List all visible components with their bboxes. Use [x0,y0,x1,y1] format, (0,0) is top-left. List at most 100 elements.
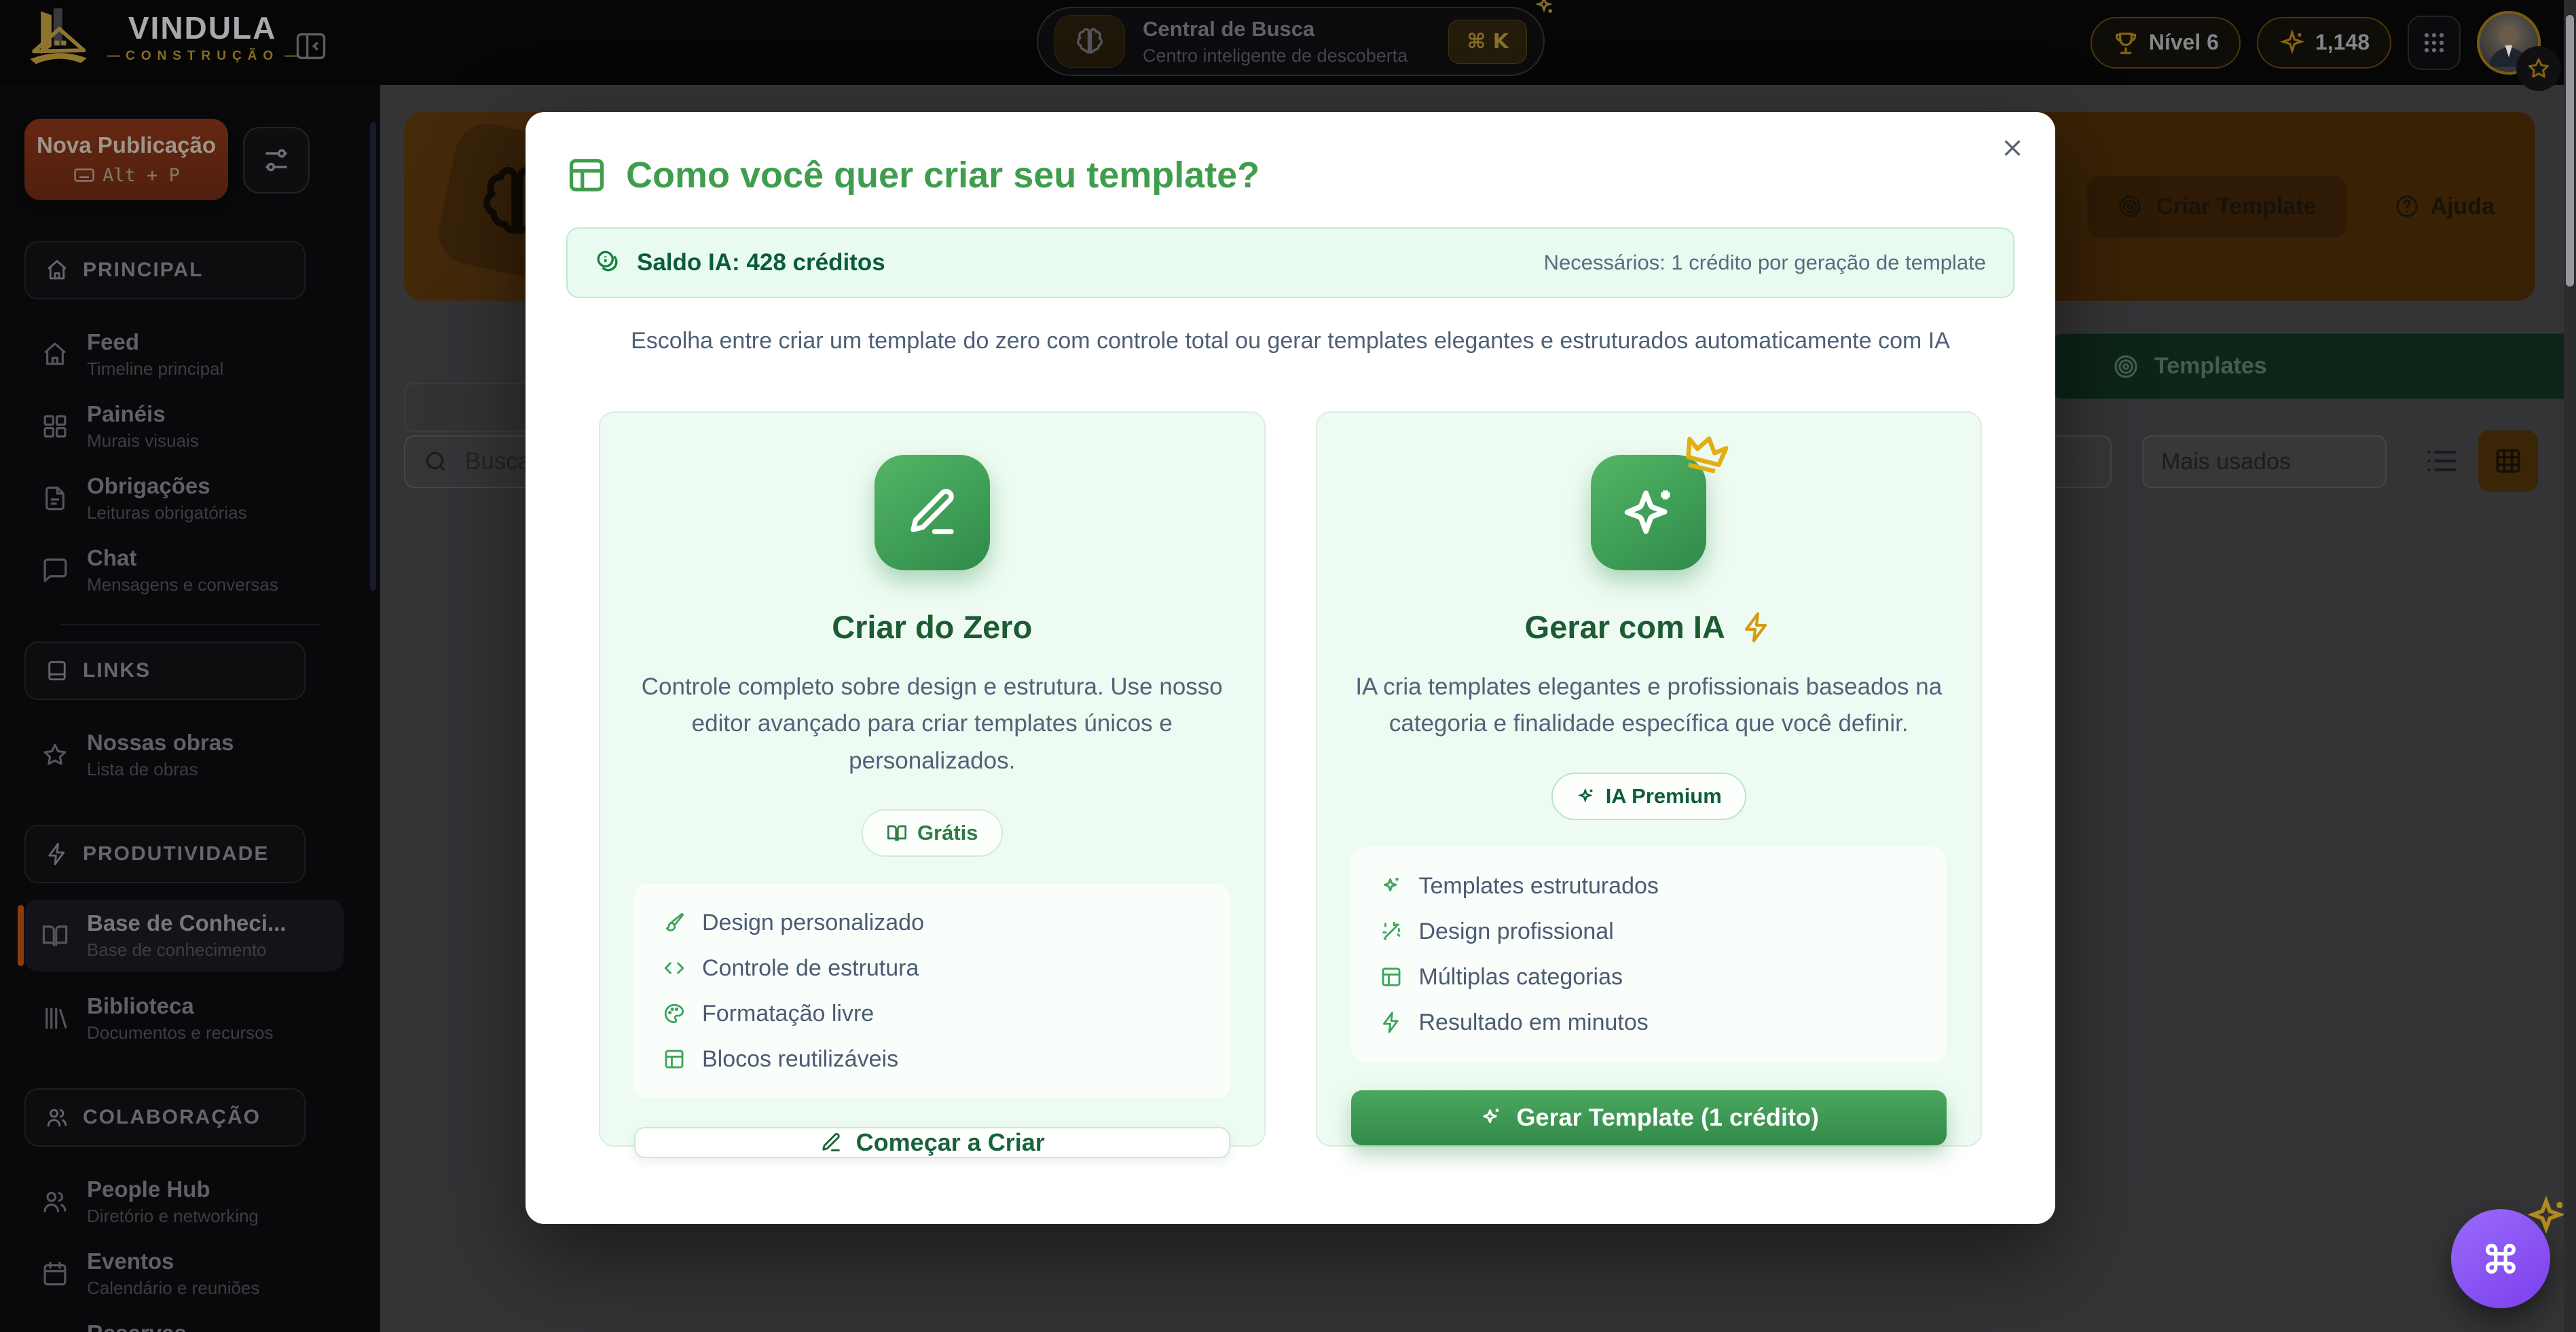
brand-tagline: CONSTRUÇÃO [102,49,303,64]
features-list: Templates estruturados Design profission… [1351,847,1947,1062]
palette-icon [663,1002,686,1025]
app-root: VINDULA CONSTRUÇÃO Central de Busca Cent… [0,0,2576,1332]
brand-name: VINDULA [128,10,276,46]
feature-label: Templates estruturados [1419,873,1659,900]
sidebar-item-paineis[interactable]: PainéisMurais visuais [24,390,344,462]
notebook-icon [45,659,69,683]
close-icon[interactable] [2000,135,2025,161]
criar-template-button[interactable]: Criar Template [2087,176,2347,238]
search-icon [423,449,449,475]
search-shortcut: ⌘ K [1448,20,1527,64]
sidebar-section-links[interactable]: LINKS [24,642,306,700]
templates-button[interactable]: Templates [2050,333,2576,399]
feature-label: Resultado em minutos [1419,1010,1649,1036]
sidebar-item-obrigacoes[interactable]: ObrigaçõesLeituras obrigatórias [24,462,344,534]
zap-icon [1380,1011,1403,1034]
features-list: Design personalizado Controle de estrutu… [634,884,1230,1098]
sidebar: Nova Publicação Alt + P PRINCIPAL [0,85,380,1332]
feature-label: Múltiplas categorias [1419,964,1623,991]
search-subtitle: Centro inteligente de descoberta [1143,45,1431,67]
zap-icon [1740,611,1773,644]
comecar-a-criar-button[interactable]: Começar a Criar [634,1127,1230,1158]
new-post-button[interactable]: Nova Publicação Alt + P [24,119,228,200]
section-label: PRODUTIVIDADE [83,843,269,866]
balance-text: Saldo IA: 428 créditos [637,249,885,276]
sidebar-item-people-hub[interactable]: People HubDiretório e networking [24,1166,344,1238]
sidebar-section-produtividade[interactable]: PRODUTIVIDADE [24,825,306,883]
level-label: Nível 6 [2149,30,2219,55]
sidebar-item-chat[interactable]: Chat Mensagens e conversas [24,534,344,606]
template-icon [566,155,607,196]
brand-house-icon [27,5,90,68]
scrollbar-thumb[interactable] [2566,15,2574,286]
item-sub: Murais visuais [87,430,199,451]
calendar-icon [41,1259,69,1288]
badge-label: Grátis [917,821,978,845]
feature-label: Blocos reutilizáveis [702,1046,898,1073]
item-label: Reservas [87,1320,263,1332]
templates-label: Templates [2154,353,2267,380]
points-badge[interactable]: 1,148 [2257,17,2391,69]
topbar: VINDULA CONSTRUÇÃO Central de Busca Cent… [0,0,2576,85]
brand-logo[interactable]: VINDULA CONSTRUÇÃO [27,5,303,68]
ajuda-label: Ajuda [2431,193,2495,220]
item-sub: Base de conhecimento [87,940,286,961]
sidebar-section-colaboracao[interactable]: COLABORAÇÃO [24,1088,306,1147]
item-label: Chat [87,545,278,571]
section-label: COLABORAÇÃO [83,1106,261,1129]
search-title: Central de Busca [1143,17,1431,41]
page-scrollbar[interactable] [2564,0,2576,1332]
chevron-down-icon [2072,450,2095,473]
button-label: Gerar Template (1 crédito) [1517,1103,1819,1132]
sidebar-item-reservas[interactable]: ReservasReservas corporativas [24,1310,344,1332]
card-criar-do-zero[interactable]: Criar do Zero Controle completo sobre de… [599,411,1266,1147]
sidebar-item-eventos[interactable]: EventosCalendário e reuniões [24,1238,344,1310]
pen-icon [875,455,990,570]
home-icon [45,258,69,282]
points-value: 1,148 [2315,30,2370,55]
card-title: Criar do Zero [832,608,1032,646]
card-description: Controle completo sobre design e estrutu… [634,669,1230,779]
item-sub: Mensagens e conversas [87,574,278,595]
item-label: Nossas obras [87,730,234,756]
gerar-template-button[interactable]: Gerar Template (1 crédito) [1351,1090,1947,1146]
feature-label: Design personalizado [702,910,924,936]
global-search[interactable]: Central de Busca Centro inteligente de d… [1037,7,1545,76]
sidebar-item-feed[interactable]: Feed Timeline principal [24,318,344,390]
sidebar-item-biblioteca[interactable]: BibliotecaDocumentos e recursos [24,982,344,1054]
card-description: IA cria templates elegantes e profission… [1351,669,1947,743]
sidebar-item-base-conhecimento[interactable]: Base de Conheci...Base de conhecimento [24,900,344,972]
sort-value: Mais usados [2161,449,2291,475]
sidebar-section-principal[interactable]: PRINCIPAL [24,241,306,299]
badge-label: IA Premium [1606,784,1722,809]
chevron-down-icon [2344,450,2368,473]
divider [61,624,319,625]
book-open-icon [886,822,908,844]
create-template-modal: Como você quer criar seu template? Saldo… [526,112,2055,1224]
sparkle-icon [1532,0,1556,18]
ajuda-button[interactable]: Ajuda [2394,193,2495,220]
credit-balance-bar: Saldo IA: 428 créditos Necessários: 1 cr… [566,227,2014,298]
item-sub: Timeline principal [87,358,223,380]
sidebar-item-nossas-obras[interactable]: Nossas obrasLista de obras [24,719,344,791]
item-label: Feed [87,329,223,355]
item-label: Eventos [87,1248,259,1274]
grid-view-button[interactable] [2478,430,2538,492]
sort-select[interactable]: Mais usados [2142,435,2387,488]
apps-grid-button[interactable] [2408,16,2461,70]
sidebar-collapse-icon[interactable] [293,29,329,64]
feed-settings-button[interactable] [243,127,310,193]
feature-label: Formatação livre [702,1001,874,1027]
button-label: Começar a Criar [856,1128,1045,1157]
level-badge[interactable]: Nível 6 [2091,17,2241,69]
item-label: Biblioteca [87,993,274,1019]
brain-icon [1054,15,1125,68]
card-gerar-com-ia[interactable]: Gerar com IA IA cria templates elegantes… [1316,411,1983,1147]
keyboard-icon [73,164,96,187]
list-view-button[interactable] [2424,443,2459,479]
layout-icon [1380,965,1403,988]
feature-label: Controle de estrutura [702,955,919,982]
code-icon [663,957,686,980]
sidebar-scrollbar[interactable] [370,122,376,591]
chat-icon [41,556,69,585]
